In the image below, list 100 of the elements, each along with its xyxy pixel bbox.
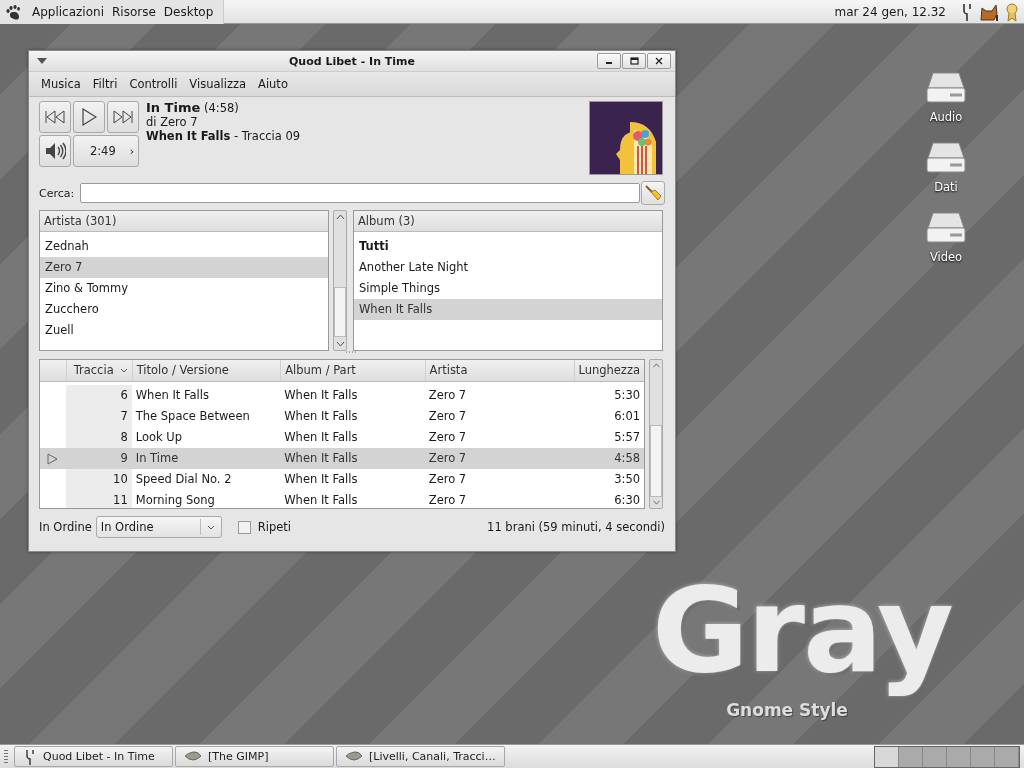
window-menu-icon[interactable]: [37, 58, 47, 64]
workspace-cell[interactable]: [995, 746, 1019, 767]
foot-icon[interactable]: [4, 2, 22, 21]
table-cell-text: When It Falls: [283, 492, 359, 508]
table-cell-text: Zero 7: [427, 450, 468, 467]
play-button[interactable]: [73, 101, 105, 133]
next-button[interactable]: [107, 101, 139, 133]
table-cell-text: When It Falls: [283, 471, 359, 488]
workspace-cell[interactable]: [971, 746, 995, 767]
song-artist: di Zero 7: [146, 115, 199, 129]
scrollbar[interactable]: [333, 210, 347, 351]
workspace-cell[interactable]: [899, 746, 923, 767]
drive-icon[interactable]: [924, 140, 968, 176]
workspace-cell[interactable]: [923, 746, 947, 767]
volume-button[interactable]: [39, 135, 71, 167]
tuning-fork-icon[interactable]: [960, 1, 974, 22]
table-cell-text: The Space Between: [134, 408, 251, 425]
table-cell-text: When It Falls: [283, 450, 359, 467]
track-row[interactable]: 8 Look Up When It Falls Zero 7 5:57: [40, 427, 644, 448]
workspace-cell[interactable]: [875, 746, 899, 767]
song-album: When It Falls: [146, 129, 231, 143]
panel-menu[interactable]: Risorse: [108, 4, 160, 19]
menu-item[interactable]: Controlli: [123, 77, 184, 91]
drive-icon[interactable]: [924, 70, 968, 106]
album-item[interactable]: Tutti: [354, 236, 662, 257]
close-button[interactable]: [647, 53, 671, 69]
wallpaper-title: Gray: [652, 560, 952, 700]
column-header[interactable]: Titolo / Versione: [131, 360, 281, 381]
maximize-button[interactable]: [622, 53, 646, 69]
column-header[interactable]: Album (3): [354, 211, 662, 232]
album-item[interactable]: Simple Things: [354, 278, 662, 299]
table-cell-text: 9: [119, 450, 129, 467]
column-header[interactable]: Traccia: [65, 360, 132, 381]
order-dropdown[interactable]: In Ordine: [95, 516, 222, 538]
artist-item[interactable]: Zino & Tommy: [40, 278, 328, 299]
status-text: 11 brani (59 minuti, 4 secondi): [487, 520, 665, 534]
menu-item[interactable]: Visualizza: [183, 77, 252, 91]
table-cell-text: Morning Song: [134, 492, 216, 508]
wallpaper-subtitle: Gnome Style: [726, 700, 848, 720]
artist-item[interactable]: Zero 7: [40, 257, 328, 278]
table-cell-text: Speed Dial No. 2: [134, 471, 233, 488]
maximize-icon: [629, 57, 639, 65]
table-cell-text: 3:50: [613, 471, 641, 488]
repeat-label[interactable]: Ripeti: [257, 520, 292, 534]
animal-head-icon: [345, 749, 363, 764]
desktop-icon-label[interactable]: Video: [929, 250, 963, 264]
menu-item[interactable]: Aiuto: [252, 77, 294, 91]
table-cell: 6: [65, 385, 132, 406]
repeat-checkbox[interactable]: [237, 520, 251, 534]
track-row[interactable]: 11 Morning Song When It Falls Zero 7 6:30: [40, 490, 644, 508]
panel-handle[interactable]: [4, 749, 8, 764]
album-item[interactable]: Another Late Night: [354, 257, 662, 278]
broom-icon: [644, 184, 662, 202]
task-button[interactable]: Quod Libet - In Time: [14, 746, 173, 767]
clock[interactable]: mar 24 gen, 12.32: [834, 4, 946, 19]
drive-icon[interactable]: [924, 210, 968, 246]
clear-button[interactable]: [641, 181, 665, 205]
desktop-icon-label[interactable]: Audio: [929, 110, 963, 124]
track-row[interactable]: 7 The Space Between When It Falls Zero 7 6:01: [40, 406, 644, 427]
search-label: Cerca:: [39, 186, 75, 200]
close-icon: [655, 57, 663, 65]
table-cell-text: When It Falls: [283, 429, 359, 446]
artist-item[interactable]: Zednah: [40, 236, 328, 257]
tuning-fork-icon: [23, 748, 37, 765]
minimize-button[interactable]: [597, 53, 621, 69]
task-button[interactable]: [The GIMP]: [175, 746, 334, 767]
play-icon: [81, 108, 97, 126]
animal-head-icon: [184, 749, 202, 764]
panel-menu[interactable]: Applicazioni: [28, 4, 108, 19]
album-item[interactable]: When It Falls: [354, 299, 662, 320]
workspace-cell[interactable]: [947, 746, 971, 767]
artist-item[interactable]: Zucchero: [40, 299, 328, 320]
menu-item[interactable]: Musica: [35, 77, 87, 91]
scrollbar[interactable]: [649, 359, 663, 509]
table-cell-text: Zero 7: [427, 429, 468, 446]
table-cell-text: In Time: [134, 450, 180, 467]
panel-menu[interactable]: Desktop: [159, 4, 218, 19]
task-button[interactable]: [Livelli, Canali, Tracci…: [336, 746, 505, 767]
table-cell-text: When It Falls: [134, 387, 210, 404]
desktop-icon-label[interactable]: Dati: [934, 180, 958, 194]
pane-handle[interactable]: [346, 351, 358, 353]
speaker-icon: [44, 141, 66, 161]
track-row[interactable]: 6 When It Falls When It Falls Zero 7 5:30: [40, 385, 644, 406]
time-button[interactable]: 2:49 ›: [73, 135, 139, 167]
menu-item[interactable]: Filtri: [86, 77, 124, 91]
column-header[interactable]: Artista (301): [40, 211, 328, 232]
column-header[interactable]: Album / Part: [280, 360, 425, 381]
table-cell-text: 6:30: [613, 492, 641, 508]
table-cell: 10: [65, 469, 132, 490]
table-cell: 11: [65, 490, 132, 508]
artist-item[interactable]: Zuell: [40, 320, 328, 341]
track-row[interactable]: 10 Speed Dial No. 2 When It Falls Zero 7 3:50: [40, 469, 644, 490]
table-cell-text: Zero 7: [427, 492, 468, 508]
column-header[interactable]: Artista: [424, 360, 574, 381]
track-row[interactable]: 9 In Time When It Falls Zero 7 4:58: [40, 448, 644, 469]
column-header[interactable]: Lunghezza: [574, 360, 644, 381]
table-cell-text: Look Up: [134, 429, 184, 446]
table-cell: 7: [65, 406, 132, 427]
table-cell-text: Zero 7: [427, 408, 468, 425]
search-field[interactable]: [80, 183, 640, 203]
